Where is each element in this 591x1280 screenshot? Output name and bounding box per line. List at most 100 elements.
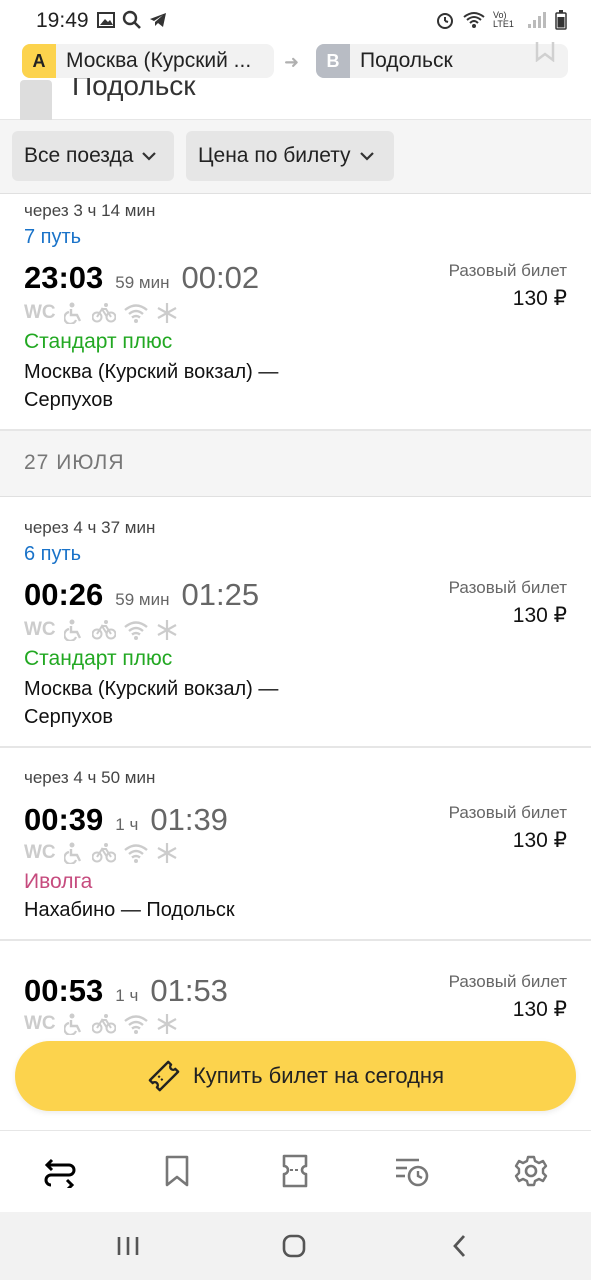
all-trains-filter[interactable]: Все поезда xyxy=(12,131,174,181)
train-class: Иволга xyxy=(24,870,93,893)
gallery-icon xyxy=(97,12,115,28)
wheelchair-icon xyxy=(63,1013,81,1035)
to-letter: B xyxy=(316,44,350,78)
wait-time: через 4 ч 37 мин xyxy=(24,518,156,537)
wheelchair-icon xyxy=(63,302,81,324)
route-text: Москва (Курский вокзал) — Серпухов xyxy=(24,358,344,414)
snowflake-icon xyxy=(157,843,177,863)
buy-ticket-button[interactable]: Купить билет на сегодня xyxy=(15,1041,576,1111)
to-station-label: Подольск xyxy=(360,49,453,72)
recent-apps-button[interactable] xyxy=(110,1230,146,1262)
snowflake-icon xyxy=(157,1014,177,1034)
search-icon xyxy=(122,10,141,29)
ticket-type: Разовый билет xyxy=(448,578,567,597)
price: 130 ₽ xyxy=(512,604,567,627)
wc-icon: WC xyxy=(24,302,56,323)
price-filter-label: Цена по билету xyxy=(198,144,351,167)
to-station-pill[interactable]: B Подольск xyxy=(316,44,568,78)
train-card[interactable]: через 4 ч 50 мин 00:39 1 ч 01:39 WC Ивол… xyxy=(0,748,591,941)
train-class: Стандарт плюс xyxy=(24,330,173,353)
duration: 59 мин xyxy=(115,273,170,292)
settings-icon xyxy=(514,1155,548,1187)
status-right-icons: Vo) LTE1 xyxy=(435,10,567,30)
back-icon xyxy=(453,1235,466,1257)
snowflake-icon xyxy=(157,303,177,323)
wheelchair-icon xyxy=(63,619,81,641)
platform: 6 путь xyxy=(24,543,82,565)
status-left-icons xyxy=(96,10,168,30)
departure-time: 23:03 xyxy=(24,260,104,295)
wifi-icon xyxy=(123,844,148,863)
arrival-time: 01:25 xyxy=(181,577,260,612)
chevron-down-icon xyxy=(142,152,157,161)
wifi-icon xyxy=(123,1015,148,1034)
route-line-1: Москва (Курский вокзал) — xyxy=(24,678,279,700)
route-text: Москва (Курский вокзал) — Серпухов xyxy=(24,675,344,731)
price: 130 ₽ xyxy=(512,287,567,310)
status-time: 19:49 xyxy=(36,9,89,32)
wifi-icon xyxy=(463,12,485,28)
features-row: WC xyxy=(24,842,178,864)
route-line-2: Серпухов xyxy=(24,389,114,411)
date-label: 27 ИЮЛЯ xyxy=(24,451,125,474)
wifi-icon xyxy=(123,304,148,323)
recent-apps-icon xyxy=(117,1237,139,1255)
history-icon xyxy=(396,1158,429,1187)
departure-time: 00:26 xyxy=(24,577,104,612)
times-row: 00:39 1 ч 01:39 xyxy=(24,802,228,838)
price-filter[interactable]: Цена по билету xyxy=(186,131,394,181)
times-row: 00:53 1 ч 01:53 xyxy=(24,973,228,1009)
route-line-2: Серпухов xyxy=(24,706,114,728)
system-nav-bar xyxy=(0,1212,591,1280)
wait-time: через 4 ч 50 мин xyxy=(24,768,156,787)
duration: 59 мин xyxy=(115,590,170,609)
battery-icon xyxy=(555,10,567,30)
ticket-type: Разовый билет xyxy=(448,261,567,280)
home-icon xyxy=(282,1234,306,1258)
route-line-1: Москва (Курский вокзал) — xyxy=(24,361,279,383)
ticket-type: Разовый билет xyxy=(448,972,567,991)
wc-icon: WC xyxy=(24,619,56,640)
platform: 7 путь xyxy=(24,226,82,248)
tab-history[interactable] xyxy=(392,1151,432,1191)
features-row: WC xyxy=(24,302,178,324)
wifi-icon xyxy=(123,621,148,640)
alarm-icon xyxy=(437,13,453,29)
all-trains-label: Все поезда xyxy=(24,144,134,167)
bookmark-icon xyxy=(165,1155,189,1187)
bicycle-icon xyxy=(91,620,116,640)
wait-time: через 3 ч 14 мин xyxy=(24,201,156,220)
arrival-time: 01:39 xyxy=(150,802,228,837)
buy-ticket-label: Купить билет на сегодня xyxy=(192,1063,444,1088)
features-row: WC xyxy=(24,619,178,641)
tab-route[interactable] xyxy=(40,1151,80,1191)
train-card[interactable]: через 3 ч 14 мин 7 путь 23:03 59 мин 00:… xyxy=(0,194,591,431)
departure-time: 00:53 xyxy=(24,973,104,1008)
route-icon xyxy=(44,1158,76,1188)
route-text: Нахабино — Подольск xyxy=(24,899,235,921)
home-button[interactable] xyxy=(276,1230,312,1262)
bottom-tab-bar xyxy=(0,1130,591,1212)
times-row: 00:26 59 мин 01:25 xyxy=(24,577,259,613)
tab-settings[interactable] xyxy=(511,1151,551,1191)
duration: 1 ч xyxy=(115,815,139,834)
ticket-icon xyxy=(282,1154,308,1188)
tab-tickets[interactable] xyxy=(275,1151,315,1191)
bicycle-icon xyxy=(91,843,116,863)
bicycle-icon xyxy=(91,1014,116,1034)
back-button[interactable] xyxy=(442,1230,478,1262)
date-header: 27 ИЮЛЯ xyxy=(0,431,591,497)
ticket-icon xyxy=(148,1060,180,1092)
train-card[interactable]: через 4 ч 37 мин 6 путь 00:26 59 мин 01:… xyxy=(0,497,591,748)
chevron-down-icon xyxy=(359,152,374,161)
status-bar: 19:49 Vo) LTE1 xyxy=(0,0,591,44)
duration: 1 ч xyxy=(115,986,139,1005)
from-station-pill[interactable]: A Москва (Курский ... xyxy=(22,44,274,78)
train-class: Стандарт плюс xyxy=(24,647,173,670)
tab-bookmarks[interactable] xyxy=(157,1151,197,1191)
bookmark-icon[interactable] xyxy=(533,42,557,62)
from-station-label: Москва (Курский ... xyxy=(66,49,252,72)
wc-icon: WC xyxy=(24,842,56,863)
snowflake-icon xyxy=(157,620,177,640)
arrival-time: 00:02 xyxy=(181,260,260,295)
